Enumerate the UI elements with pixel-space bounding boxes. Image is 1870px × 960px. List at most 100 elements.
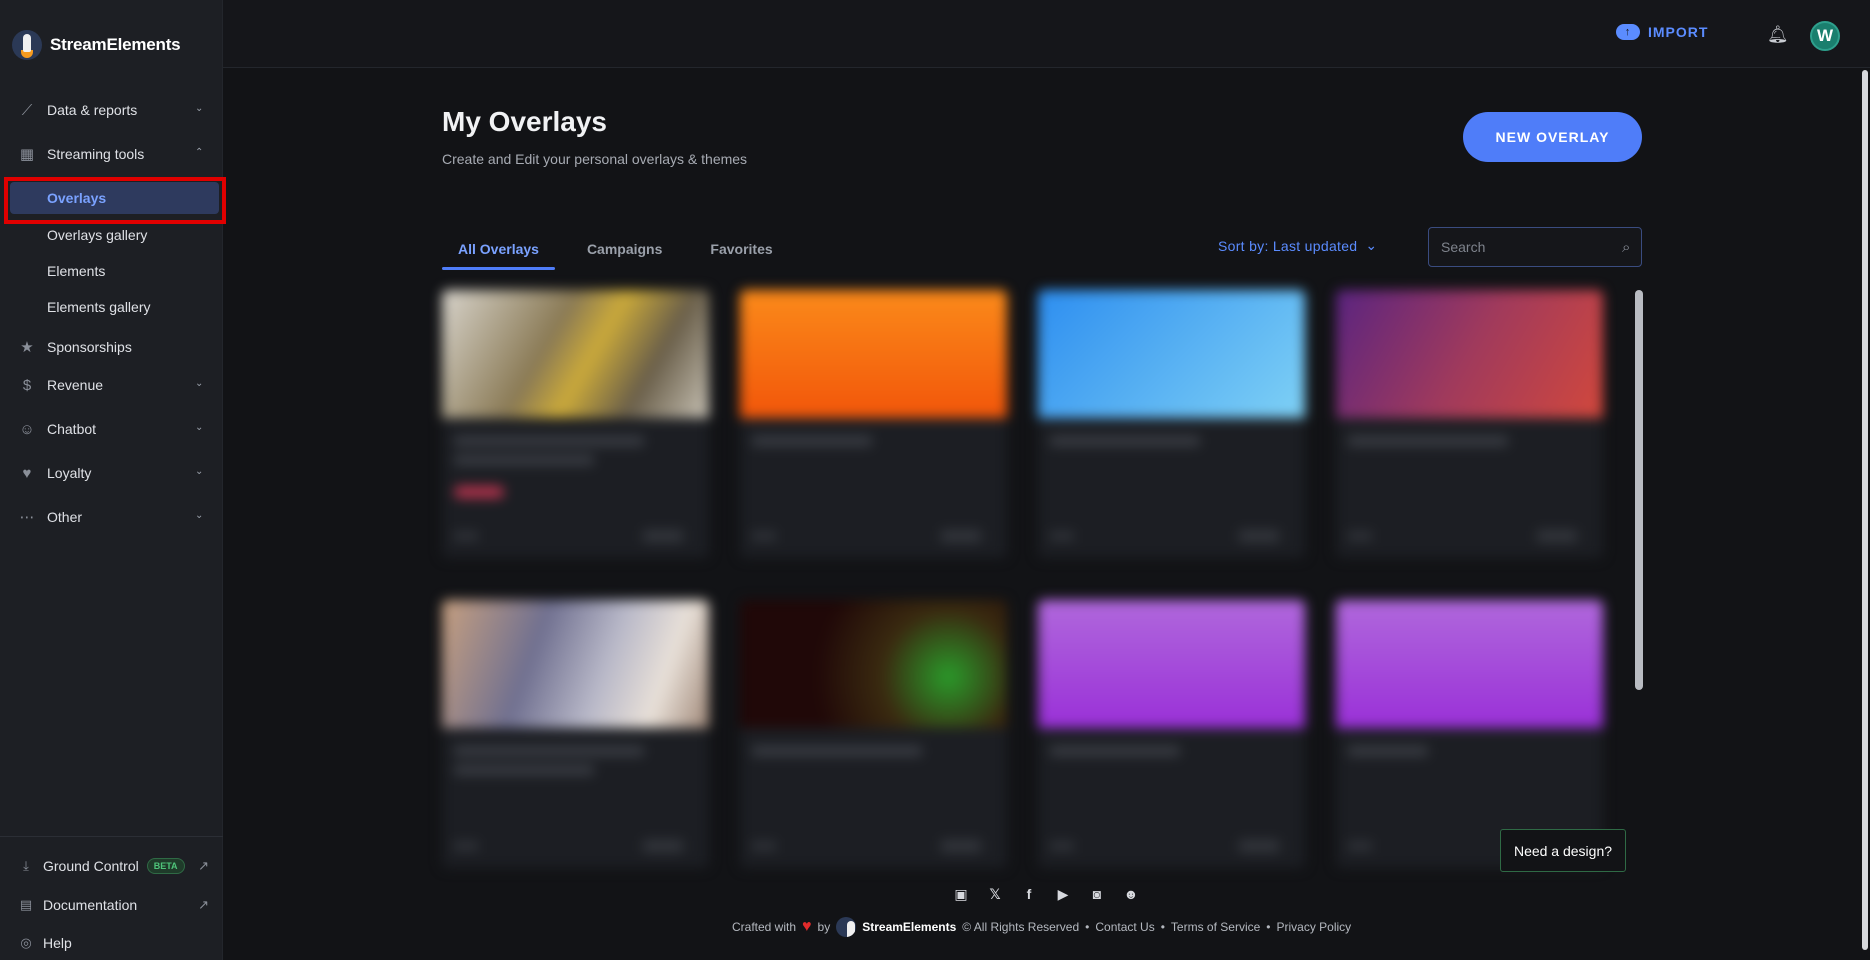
sidebar-item-help[interactable]: ◎ Help xyxy=(0,926,223,960)
external-link-icon: ↗ xyxy=(198,858,209,873)
overlay-card[interactable] xyxy=(740,600,1007,868)
sidebar-item-documentation[interactable]: ▤ Documentation ↗ xyxy=(0,888,223,922)
tab-all-overlays[interactable]: All Overlays xyxy=(442,232,555,270)
heart-icon: ♥ xyxy=(802,918,812,935)
sidebar-item-sponsorships[interactable]: ★ Sponsorships xyxy=(0,329,223,365)
chevron-down-icon: ⌄ xyxy=(195,466,204,477)
overlay-meta xyxy=(1050,532,1074,540)
layout-icon: ▦ xyxy=(19,146,35,163)
overlay-thumbnail xyxy=(442,290,709,418)
contact-link[interactable]: Contact Us xyxy=(1095,920,1154,934)
streamelements-logo-icon xyxy=(836,917,857,937)
page-subtitle: Create and Edit your personal overlays &… xyxy=(442,151,748,167)
overlay-card[interactable] xyxy=(1038,290,1305,558)
chevron-up-icon: ⌃ xyxy=(195,147,204,158)
facebook-icon[interactable]: f xyxy=(1018,883,1040,905)
sidebar-subitem-elements[interactable]: Elements xyxy=(0,255,223,287)
overlay-action xyxy=(941,530,981,542)
ground-control-label: Ground Control xyxy=(43,858,139,874)
chevron-down-icon: ⌄ xyxy=(195,103,204,114)
overlay-thumbnail xyxy=(1038,600,1305,728)
sort-dropdown[interactable]: Sort by: Last updated ⌄ xyxy=(1218,237,1377,254)
overlay-tag xyxy=(454,486,504,498)
sidebar-item-data-reports[interactable]: ⟋ Data & reports ⌄ xyxy=(0,92,223,128)
overlay-meta xyxy=(1348,842,1372,850)
overlay-title-placeholder xyxy=(752,746,922,756)
tab-favorites[interactable]: Favorites xyxy=(694,232,788,266)
overlay-title-placeholder xyxy=(1050,436,1200,446)
sidebar-subitem-overlays[interactable]: Overlays xyxy=(10,182,219,214)
tab-campaigns[interactable]: Campaigns xyxy=(571,232,678,266)
separator: • xyxy=(1160,920,1165,934)
overlay-meta xyxy=(752,532,776,540)
footer-credits: Crafted with ♥ by StreamElements © All R… xyxy=(732,917,1351,937)
dollar-icon: $ xyxy=(22,376,32,394)
help-label: Help xyxy=(43,935,72,951)
robot-icon: ☺ xyxy=(19,420,35,438)
overlay-action xyxy=(1239,840,1279,852)
overlay-title-placeholder xyxy=(1348,436,1508,446)
overlay-action xyxy=(643,840,683,852)
sidebar-item-label: Data & reports xyxy=(47,102,138,118)
beta-badge: BETA xyxy=(146,858,185,874)
overlay-action xyxy=(643,530,683,542)
overlay-action xyxy=(1239,530,1279,542)
overlay-title-placeholder xyxy=(454,765,594,775)
sidebar-item-ground-control[interactable]: ⤓ Ground Control BETA ↗ xyxy=(0,849,223,883)
sidebar-item-chatbot[interactable]: ☺ Chatbot ⌄ xyxy=(0,411,223,447)
discord-icon[interactable]: ☻ xyxy=(1120,883,1142,905)
download-icon: ⤓ xyxy=(23,858,29,873)
need-design-button[interactable]: Need a design? xyxy=(1500,829,1626,872)
search-icon[interactable]: ⌕ xyxy=(1622,239,1630,256)
overlay-meta xyxy=(752,842,776,850)
overlay-title-placeholder xyxy=(454,746,644,756)
page-scrollbar[interactable] xyxy=(1862,70,1868,950)
overlay-thumbnail xyxy=(740,600,1007,728)
search-input[interactable] xyxy=(1441,239,1622,255)
chart-line-icon: ⟋ xyxy=(21,101,33,119)
overlay-title-placeholder xyxy=(752,436,872,446)
sidebar-item-other[interactable]: ⋯ Other ⌄ xyxy=(0,499,223,535)
sidebar-item-streaming-tools[interactable]: ▦ Streaming tools ⌃ xyxy=(0,136,223,172)
bell-icon[interactable]: 🔔︎ xyxy=(1767,25,1789,45)
dots-icon: ⋯ xyxy=(19,509,35,526)
sidebar-item-label: Sponsorships xyxy=(47,339,132,355)
overlay-meta xyxy=(1050,842,1074,850)
x-icon[interactable]: 𝕏 xyxy=(984,883,1006,905)
overlay-card[interactable] xyxy=(442,290,709,558)
youtube-icon[interactable]: ▶ xyxy=(1052,883,1074,905)
sidebar-item-loyalty[interactable]: ♥ Loyalty ⌄ xyxy=(0,455,223,491)
instagram-icon[interactable]: ◙ xyxy=(1086,883,1108,905)
sidebar-item-label: Revenue xyxy=(47,377,104,393)
overlay-thumbnail xyxy=(1038,290,1305,418)
overlay-card[interactable] xyxy=(1336,600,1603,868)
overlay-card[interactable] xyxy=(1336,290,1603,558)
sidebar-item-revenue[interactable]: $ Revenue ⌄ xyxy=(0,367,223,403)
main-content: My Overlays Create and Edit your persona… xyxy=(223,68,1870,960)
sidebar-subitem-overlays-gallery[interactable]: Overlays gallery xyxy=(0,219,223,251)
grid-scrollbar[interactable] xyxy=(1635,290,1643,690)
rights-text: © All Rights Reserved xyxy=(962,920,1080,934)
overlay-card[interactable] xyxy=(1038,600,1305,868)
overlay-card[interactable] xyxy=(442,600,709,868)
search-box: ⌕ xyxy=(1428,227,1642,267)
sidebar: StreamElements ⟋ Data & reports ⌄ ▦ Stre… xyxy=(0,0,226,960)
new-overlay-button[interactable]: NEW OVERLAY xyxy=(1463,112,1642,162)
overlay-thumbnail xyxy=(1336,600,1603,728)
twitch-icon[interactable]: ▣ xyxy=(950,883,972,905)
documentation-label: Documentation xyxy=(43,897,138,913)
brand-name: StreamElements xyxy=(50,35,181,54)
avatar[interactable]: W xyxy=(1810,21,1840,51)
overlay-card[interactable] xyxy=(740,290,1007,558)
footer-brand: StreamElements xyxy=(862,920,957,934)
terms-link[interactable]: Terms of Service xyxy=(1171,920,1260,934)
brand-logo[interactable]: StreamElements xyxy=(12,30,181,60)
overlay-meta xyxy=(454,842,478,850)
import-button[interactable]: ↑ IMPORT xyxy=(1616,24,1708,40)
sidebar-subitem-elements-gallery[interactable]: Elements gallery xyxy=(0,291,223,323)
import-label: IMPORT xyxy=(1648,24,1709,40)
overlay-meta xyxy=(1348,532,1372,540)
by-text: by xyxy=(817,920,831,934)
privacy-link[interactable]: Privacy Policy xyxy=(1276,920,1351,934)
star-icon: ★ xyxy=(20,339,34,356)
